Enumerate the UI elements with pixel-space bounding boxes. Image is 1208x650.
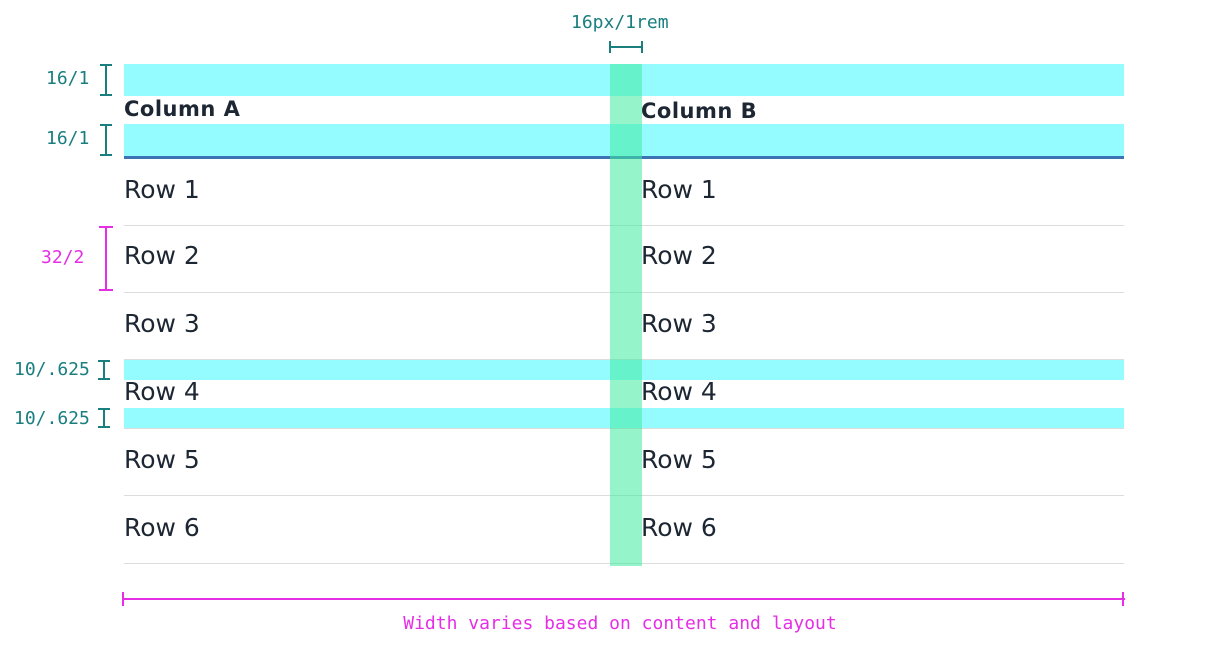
header-top-padding-label: 16/1 (46, 68, 90, 89)
gutter-label: 16px/1rem (571, 12, 669, 33)
row-padding-top-label: 10/.625 (14, 359, 90, 380)
cell-b: Row 4 (641, 377, 717, 406)
gutter-band (610, 64, 642, 566)
cell-b: Row 5 (641, 445, 717, 474)
cell-a: Row 2 (124, 241, 200, 270)
row-padding-bottom-label: 10/.625 (14, 408, 90, 429)
cell-a: Row 4 (124, 377, 200, 406)
width-label: Width varies based on content and layout (403, 613, 837, 634)
cell-b: Row 3 (641, 309, 717, 338)
row-height-label: 32/2 (41, 247, 85, 268)
cell-a: Row 6 (124, 513, 200, 542)
cell-a: Row 5 (124, 445, 200, 474)
cell-b: Row 1 (641, 175, 717, 204)
column-header-a: Column A (124, 97, 241, 121)
cell-b: Row 6 (641, 513, 717, 542)
column-header-b: Column B (641, 99, 758, 123)
cell-b: Row 2 (641, 241, 717, 270)
header-bottom-padding-label: 16/1 (46, 128, 90, 149)
cell-a: Row 1 (124, 175, 200, 204)
cell-a: Row 3 (124, 309, 200, 338)
